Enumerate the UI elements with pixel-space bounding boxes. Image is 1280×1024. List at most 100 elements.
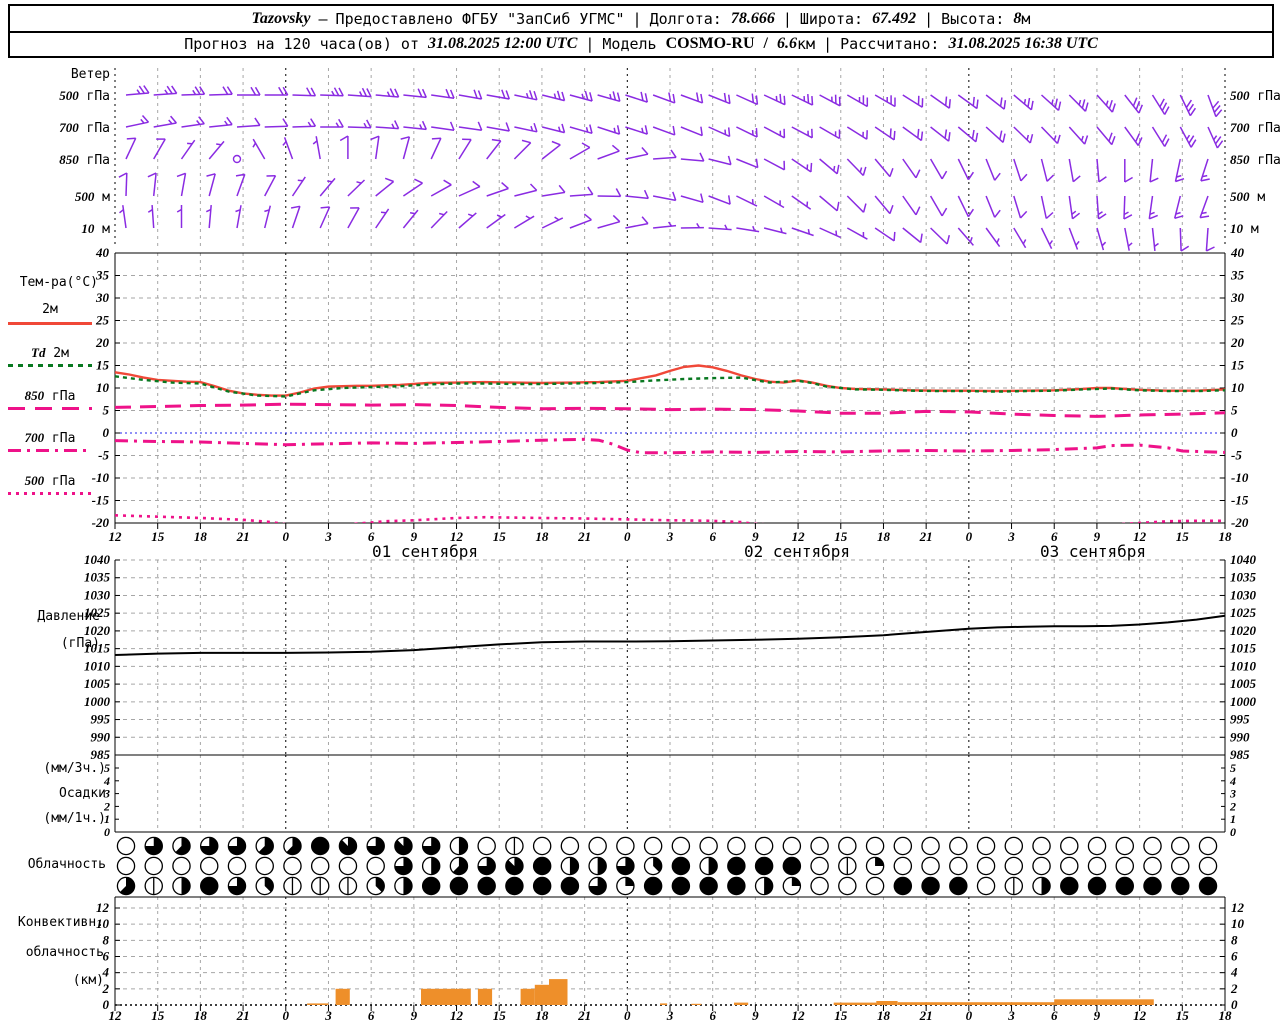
svg-text:0: 0: [1231, 997, 1238, 1012]
svg-text:9: 9: [752, 1008, 759, 1023]
svg-text:15: 15: [1231, 358, 1245, 373]
cloud-okta-symbol: [754, 856, 774, 876]
cloud-okta-symbol: [671, 876, 691, 896]
cloud-okta-symbol: [671, 856, 691, 876]
temp-legend-sample-1: [8, 364, 92, 367]
cloud-okta-symbol: [1143, 876, 1162, 896]
svg-text:1030: 1030: [1230, 587, 1257, 602]
day-label: 01 сентября: [372, 542, 478, 561]
temp-legend-label-0: 2м: [42, 302, 58, 317]
svg-text:12: 12: [792, 1008, 806, 1023]
svg-text:18: 18: [535, 1008, 549, 1023]
cloud-okta-symbol: [172, 856, 191, 876]
svg-text:40: 40: [1230, 245, 1245, 260]
svg-text:3: 3: [324, 1008, 332, 1023]
cloud-okta-symbol: [1004, 856, 1024, 876]
precip-label-mm3h: (мм/3ч.): [43, 761, 106, 776]
svg-text:985: 985: [91, 747, 111, 762]
cloud-okta-symbol: [1198, 876, 1218, 896]
wind-level-label-left: 850 гПа: [59, 152, 110, 168]
svg-text:12: 12: [109, 1008, 123, 1023]
svg-text:1025: 1025: [1230, 605, 1257, 620]
svg-text:1035: 1035: [84, 570, 111, 585]
svg-text:12: 12: [109, 529, 123, 544]
svg-text:18: 18: [535, 529, 549, 544]
cloud-okta-symbol: [310, 856, 330, 876]
temp-legend-sample-4: [8, 492, 92, 495]
cloud-okta-symbol: [283, 856, 302, 876]
cloud-okta-symbol: [921, 836, 940, 856]
svg-text:18: 18: [1219, 1008, 1233, 1023]
svg-text:21: 21: [236, 1008, 250, 1023]
convective-cloud-bar: [876, 1001, 898, 1005]
cloud-okta-symbol: [199, 856, 219, 876]
cloud-okta-symbol: [699, 836, 718, 856]
svg-text:9: 9: [411, 1008, 418, 1023]
svg-text:1020: 1020: [1230, 623, 1257, 638]
wind-level-label-left: 10 м: [81, 221, 110, 237]
svg-text:1005: 1005: [1230, 676, 1257, 691]
svg-text:0: 0: [624, 529, 631, 544]
temperature-panel-title: Тем-ра(°C): [19, 275, 98, 290]
svg-text:6: 6: [368, 1008, 375, 1023]
cloud-okta-symbol: [1143, 836, 1162, 856]
temp-legend-label-1: Td 2м: [31, 345, 69, 361]
svg-text:2: 2: [1230, 981, 1238, 996]
cloud-okta-symbol: [366, 856, 385, 876]
cloud-okta-symbol: [477, 836, 496, 856]
svg-text:0: 0: [283, 529, 290, 544]
svg-text:0: 0: [104, 825, 110, 839]
convective-cloud-bar: [549, 979, 568, 1005]
meteogram-svg: 40 4035 3530 3025 2520 2015 1510 105 50 0-5 -5-10-…: [84, 68, 1257, 1023]
svg-text:9: 9: [1094, 1008, 1101, 1023]
cloud-okta-symbol: [1087, 856, 1107, 876]
cloud-okta-symbol: [532, 856, 552, 876]
svg-text:21: 21: [577, 1008, 591, 1023]
svg-text:10: 10: [1231, 916, 1245, 931]
svg-text:12: 12: [1133, 1008, 1147, 1023]
svg-text:0: 0: [103, 425, 110, 440]
svg-text:3: 3: [324, 529, 332, 544]
cloud-okta-symbol: [727, 856, 746, 876]
cloud-okta-symbol: [671, 836, 691, 856]
cloud-okta-symbol: [754, 836, 774, 856]
cloud-okta-symbol: [1032, 836, 1051, 856]
cloud-okta-symbol: [976, 876, 996, 896]
cloud-okta-symbol: [116, 856, 136, 876]
svg-text:-15: -15: [92, 493, 110, 508]
svg-text:0: 0: [1231, 425, 1238, 440]
cloud-okta-symbol: [1171, 836, 1190, 856]
svg-text:995: 995: [91, 712, 111, 727]
temperature-series: [115, 364, 1225, 523]
temp-legend-label-4: 500 гПа: [24, 473, 76, 489]
svg-text:0: 0: [283, 1008, 290, 1023]
day-label: 02 сентября: [744, 542, 850, 561]
temp-legend-label-3: 700 гПа: [24, 430, 76, 446]
wind-level-label-left: 500 гПа: [59, 88, 110, 104]
cloud-okta-symbol: [810, 856, 829, 876]
cloud-okta-symbol: [699, 876, 718, 896]
temp-legend-sample-3: [8, 449, 92, 452]
svg-text:-15: -15: [1231, 493, 1249, 508]
cloudiness-title: Облачность: [27, 857, 106, 872]
svg-text:15: 15: [151, 1008, 165, 1023]
cloud-okta-symbol: [227, 856, 247, 876]
wind-level-label-right: 500 гПа: [1230, 88, 1280, 104]
convective-cloud-bar: [477, 988, 493, 1005]
svg-text:8: 8: [1231, 932, 1238, 947]
cloud-okta-symbol: [560, 876, 580, 896]
svg-text:-20: -20: [1231, 515, 1249, 530]
svg-text:20: 20: [1230, 335, 1245, 350]
cloud-okta-symbol: [1087, 836, 1107, 856]
svg-text:15: 15: [493, 529, 507, 544]
svg-text:25: 25: [1230, 313, 1245, 328]
svg-text:21: 21: [919, 529, 933, 544]
cloud-okta-symbol: [310, 836, 330, 856]
convective-cloud-bar: [660, 1003, 668, 1005]
convective-cloud-bar: [534, 984, 549, 1005]
cloud-okta-symbol: [1032, 856, 1051, 876]
cloud-okta-symbol: [1004, 836, 1024, 856]
wind-panel-title: Ветер: [70, 67, 110, 82]
cloud-okta-symbol: [949, 876, 968, 896]
svg-text:0: 0: [966, 1008, 973, 1023]
